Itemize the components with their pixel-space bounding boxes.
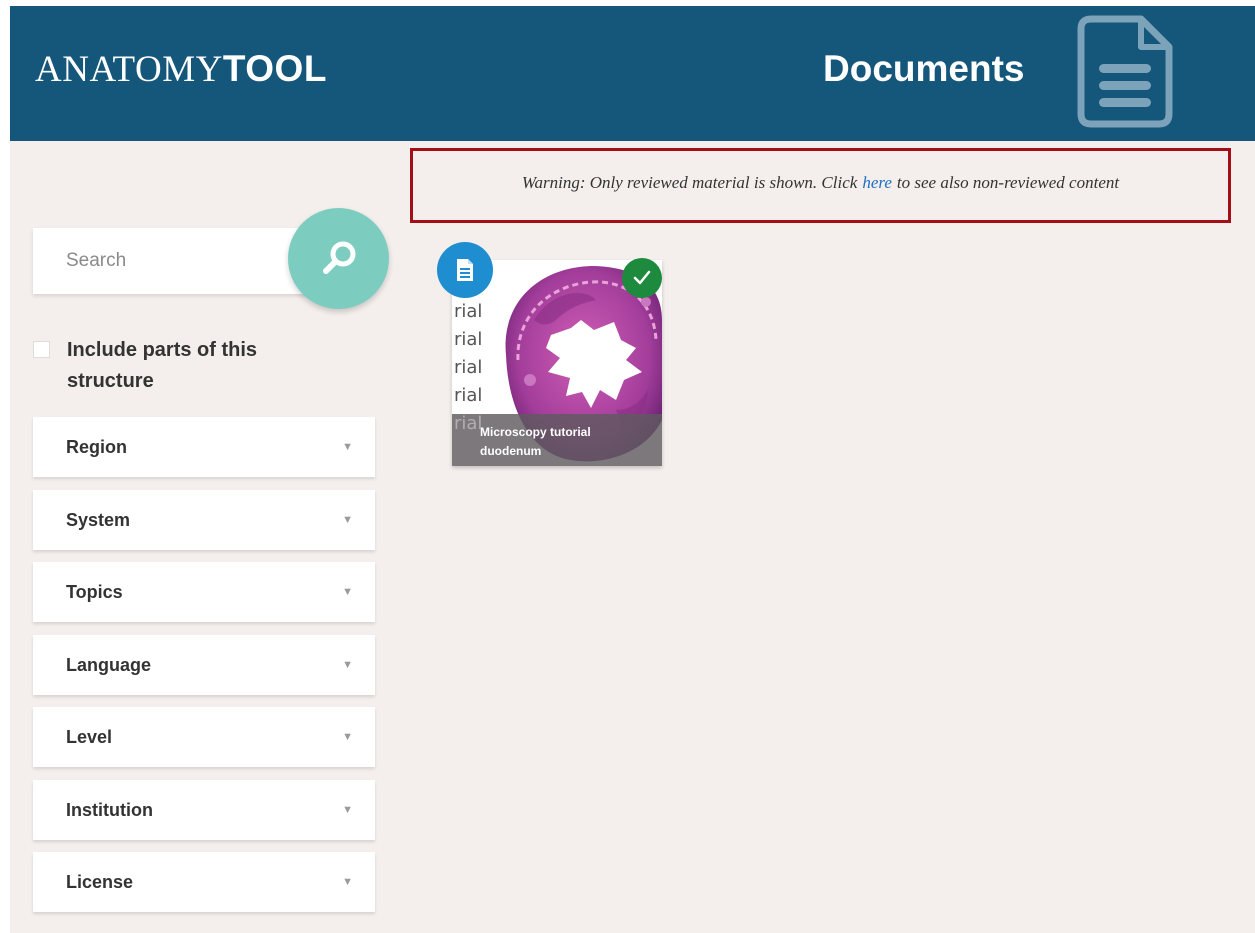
chevron-down-icon: ▼	[342, 659, 353, 671]
chevron-down-icon: ▼	[342, 876, 353, 888]
site-logo[interactable]: ANATOMYTOOL	[35, 48, 327, 91]
filter-label: Institution	[66, 799, 153, 820]
card-broken-title: rial rial rial rial	[454, 298, 482, 410]
filter-label: Region	[66, 436, 127, 457]
filter-label: License	[66, 871, 134, 892]
warning-text: Warning: Only reviewed material is shown…	[521, 172, 858, 192]
search-input[interactable]	[33, 228, 313, 294]
page-title: Documents	[823, 48, 1025, 89]
filter-label: Topics	[66, 581, 123, 602]
filter-license[interactable]: License ▼	[33, 852, 375, 912]
filter-institution[interactable]: Institution ▼	[33, 780, 375, 840]
filter-system[interactable]: System ▼	[33, 490, 375, 550]
include-parts-row: Include parts of this structure	[33, 335, 307, 397]
chevron-down-icon: ▼	[342, 586, 353, 598]
include-parts-label[interactable]: Include parts of this structure	[67, 335, 307, 397]
card-ghost-line: rial	[454, 357, 483, 378]
document-type-badge	[437, 242, 493, 298]
review-warning: Warning: Only reviewed material is shown…	[410, 148, 1231, 223]
logo-text-bold: TOOL	[222, 48, 327, 89]
filter-label: System	[66, 509, 131, 530]
filter-label: Language	[66, 654, 152, 675]
card-title-line1: Microscopy tutorial	[480, 425, 591, 439]
include-parts-checkbox[interactable]	[33, 341, 50, 358]
card-ghost-line: rial	[454, 385, 483, 406]
search-box	[33, 228, 313, 294]
card-title: rial Microscopy tutorial duodenum	[452, 414, 662, 466]
chevron-down-icon: ▼	[342, 441, 353, 453]
warning-text-tail: to see also non-reviewed content	[896, 172, 1120, 192]
card-ghost-line: rial	[454, 301, 483, 322]
reviewed-badge	[622, 258, 662, 298]
document-icon	[1077, 15, 1173, 128]
search-button[interactable]	[288, 208, 389, 309]
chevron-down-icon: ▼	[342, 804, 353, 816]
checkmark-icon	[633, 270, 651, 285]
card-title-line2: duodenum	[480, 444, 542, 458]
filter-level[interactable]: Level ▼	[33, 707, 375, 767]
chevron-down-icon: ▼	[342, 514, 353, 526]
logo-text-light: ANATOMY	[35, 49, 223, 90]
document-icon	[457, 259, 473, 281]
filter-region[interactable]: Region ▼	[33, 417, 375, 477]
main-content: Warning: Only reviewed material is shown…	[10, 141, 1255, 933]
search-icon	[322, 241, 355, 274]
card-ghost-line: rial	[454, 329, 483, 350]
card-ghost-tail: rial	[454, 413, 483, 434]
chevron-down-icon: ▼	[342, 731, 353, 743]
filter-topics[interactable]: Topics ▼	[33, 562, 375, 622]
show-non-reviewed-link[interactable]: here	[862, 173, 892, 193]
filter-label: Level	[66, 726, 113, 747]
site-header: ANATOMYTOOL Documents	[10, 6, 1255, 141]
filter-language[interactable]: Language ▼	[33, 635, 375, 695]
